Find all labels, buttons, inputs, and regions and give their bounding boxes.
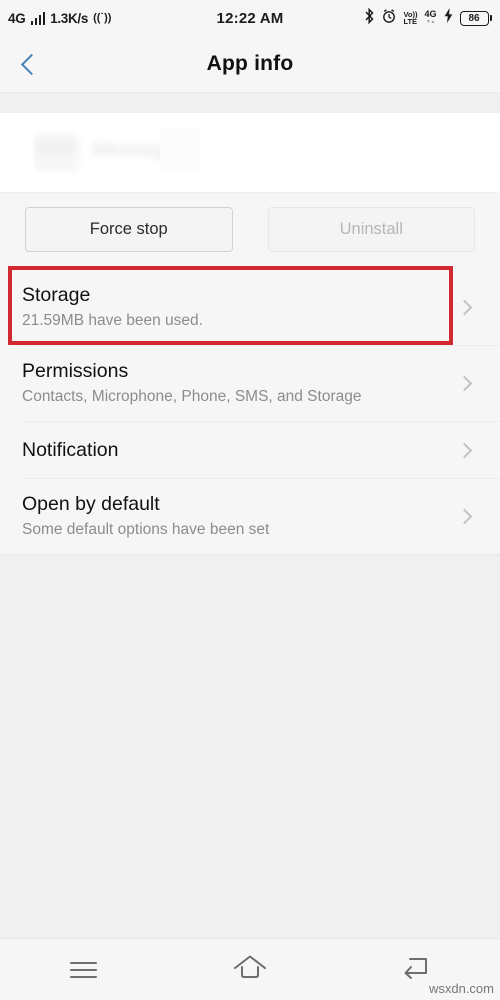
list-bottom-edge <box>0 554 500 555</box>
system-navigation-bar: wsxdn.com <box>0 938 500 1000</box>
settings-row-notification[interactable]: Notification <box>0 422 500 478</box>
settings-row-subtitle: Contacts, Microphone, Phone, SMS, and St… <box>22 388 362 405</box>
phone-screen: 4G 1.3K/s ((˙)) 12:22 AM Vo)) LTE 4G ▼▲ … <box>0 0 500 1000</box>
header-spacer <box>0 93 500 113</box>
back-arrow-icon <box>402 954 432 985</box>
app-icon <box>33 135 79 175</box>
home-button[interactable] <box>205 939 295 1000</box>
data-arrows-icon: ▼▲ <box>426 19 435 25</box>
chevron-right-icon <box>456 375 473 392</box>
status-bar-right: Vo)) LTE 4G ▼▲ 86 <box>364 7 492 29</box>
chevron-right-icon <box>456 442 473 458</box>
alarm-icon <box>382 8 396 29</box>
menu-recents-icon <box>69 961 97 978</box>
app-card-divider <box>0 192 500 193</box>
settings-row-subtitle: 21.59MB have been used. <box>22 312 203 329</box>
redaction-overlay-bottom <box>0 173 500 193</box>
settings-row-text: Open by default Some default options hav… <box>22 479 459 554</box>
uninstall-button: Uninstall <box>267 207 475 252</box>
status-bar: 4G 1.3K/s ((˙)) 12:22 AM Vo)) LTE 4G ▼▲ … <box>0 0 500 36</box>
settings-row-title: Open by default <box>22 493 160 515</box>
sim-network-icon: 4G ▼▲ <box>424 10 436 26</box>
recents-button[interactable] <box>38 939 128 1000</box>
chevron-right-icon <box>456 508 473 525</box>
volte-icon: Vo)) LTE <box>403 11 418 26</box>
home-icon <box>233 954 267 985</box>
settings-row-text: Storage 21.59MB have been used. <box>22 270 459 345</box>
data-speed-label: 1.3K/s <box>50 10 89 26</box>
bluetooth-icon <box>364 7 375 29</box>
battery-cap <box>489 15 492 21</box>
app-summary-card[interactable]: Messages <box>0 113 500 193</box>
settings-row-open-by-default[interactable]: Open by default Some default options hav… <box>0 479 500 554</box>
settings-row-permissions[interactable]: Permissions Contacts, Microphone, Phone,… <box>0 346 500 421</box>
volte-bottom-label: LTE <box>403 17 418 26</box>
redaction-overlay-mid <box>160 127 200 173</box>
sim-network-label: 4G <box>424 9 437 19</box>
back-button[interactable] <box>0 36 58 93</box>
app-bar: App info <box>0 36 500 93</box>
settings-row-title: Permissions <box>22 360 129 382</box>
settings-row-title: Storage <box>22 284 91 306</box>
back-chevron-icon <box>20 53 43 75</box>
settings-row-subtitle: Some default options have been set <box>22 521 270 538</box>
status-bar-left: 4G 1.3K/s ((˙)) <box>8 11 111 26</box>
force-stop-button[interactable]: Force stop <box>25 207 233 252</box>
battery-icon: 86 <box>459 10 492 26</box>
network-type-label: 4G <box>8 10 26 26</box>
action-button-row: Force stop Uninstall <box>0 193 500 270</box>
watermark-label: wsxdn.com <box>428 981 494 996</box>
battery-level-label: 86 <box>459 10 489 26</box>
charging-bolt-icon <box>444 8 453 28</box>
settings-row-text: Notification <box>22 425 459 475</box>
chevron-right-icon <box>456 299 473 316</box>
settings-row-title: Notification <box>22 439 119 461</box>
hotspot-icon: ((˙)) <box>93 12 112 24</box>
signal-bars-icon <box>30 11 46 25</box>
settings-row-storage[interactable]: Storage 21.59MB have been used. <box>0 266 500 345</box>
page-title: App info <box>206 52 294 75</box>
settings-list: Storage 21.59MB have been used. Permissi… <box>0 266 500 555</box>
settings-row-text: Permissions Contacts, Microphone, Phone,… <box>22 346 459 421</box>
